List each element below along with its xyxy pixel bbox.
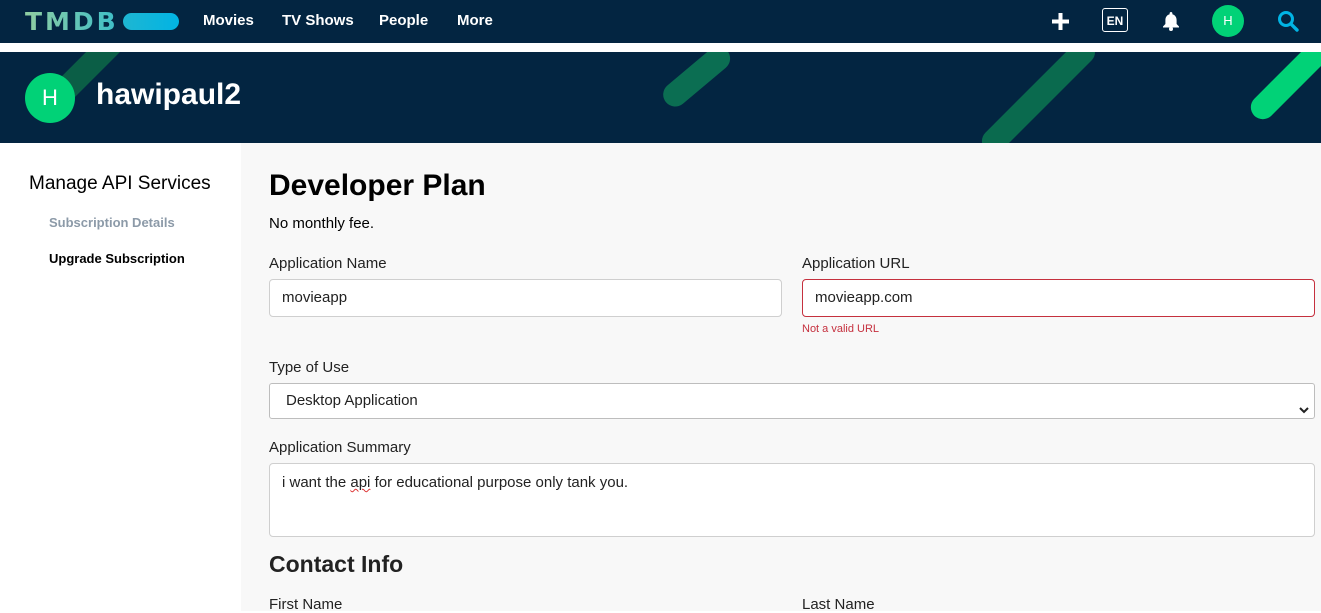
app-url-label: Application URL (802, 255, 910, 272)
first-name-label: First Name (269, 596, 343, 613)
logo-text: TMDB (25, 6, 119, 36)
plus-icon[interactable] (1052, 13, 1069, 30)
app-summary-textarea[interactable]: i want the api for educational purpose o… (269, 463, 1315, 537)
summary-text-end: for educational purpose only tank you. (370, 474, 629, 491)
last-name-label: Last Name (802, 596, 875, 613)
nav-avatar[interactable]: H (1212, 5, 1244, 37)
main-content: Developer Plan No monthly fee. Applicati… (241, 143, 1321, 613)
chevron-down-icon (1299, 395, 1309, 414)
type-of-use-value: Desktop Application (286, 392, 418, 409)
bell-icon[interactable] (1163, 12, 1179, 31)
top-nav: TMDB Movies TV Shows People More EN H (0, 0, 1321, 43)
profile-avatar[interactable]: H (25, 73, 75, 123)
app-name-input[interactable]: movieapp (269, 279, 782, 317)
app-name-label: Application Name (269, 255, 387, 272)
logo-pill-icon (122, 12, 179, 30)
summary-text-start: i want the (282, 474, 351, 491)
type-of-use-select[interactable]: Desktop Application (269, 383, 1315, 419)
language-selector[interactable]: EN (1102, 8, 1128, 32)
page-title: Developer Plan (269, 169, 486, 202)
tmdb-logo[interactable]: TMDB (25, 6, 179, 36)
nav-people[interactable]: People (379, 12, 428, 29)
banner-stripe (658, 52, 735, 112)
type-of-use-label: Type of Use (269, 359, 350, 376)
contact-info-heading: Contact Info (269, 551, 404, 577)
search-icon[interactable] (1277, 10, 1299, 32)
app-summary-label: Application Summary (269, 439, 411, 456)
sidebar-item-subscription-details[interactable]: Subscription Details (49, 215, 175, 230)
profile-banner: H hawipaul2 (0, 52, 1321, 143)
banner-stripe (976, 52, 1100, 143)
plan-fee-text: No monthly fee. (269, 215, 375, 232)
nav-more[interactable]: More (457, 12, 493, 29)
nav-movies[interactable]: Movies (203, 12, 254, 29)
app-url-input[interactable]: movieapp.com (802, 279, 1315, 317)
nav-tv-shows[interactable]: TV Shows (282, 12, 354, 29)
banner-stripe (1245, 52, 1321, 125)
summary-misspelled-word: api (350, 474, 371, 491)
profile-username[interactable]: hawipaul2 (96, 78, 241, 112)
app-url-error: Not a valid URL (802, 323, 880, 335)
sidebar: Manage API Services Subscription Details… (0, 143, 241, 611)
sidebar-title: Manage API Services (29, 173, 211, 194)
sidebar-item-upgrade-subscription[interactable]: Upgrade Subscription (49, 251, 185, 266)
